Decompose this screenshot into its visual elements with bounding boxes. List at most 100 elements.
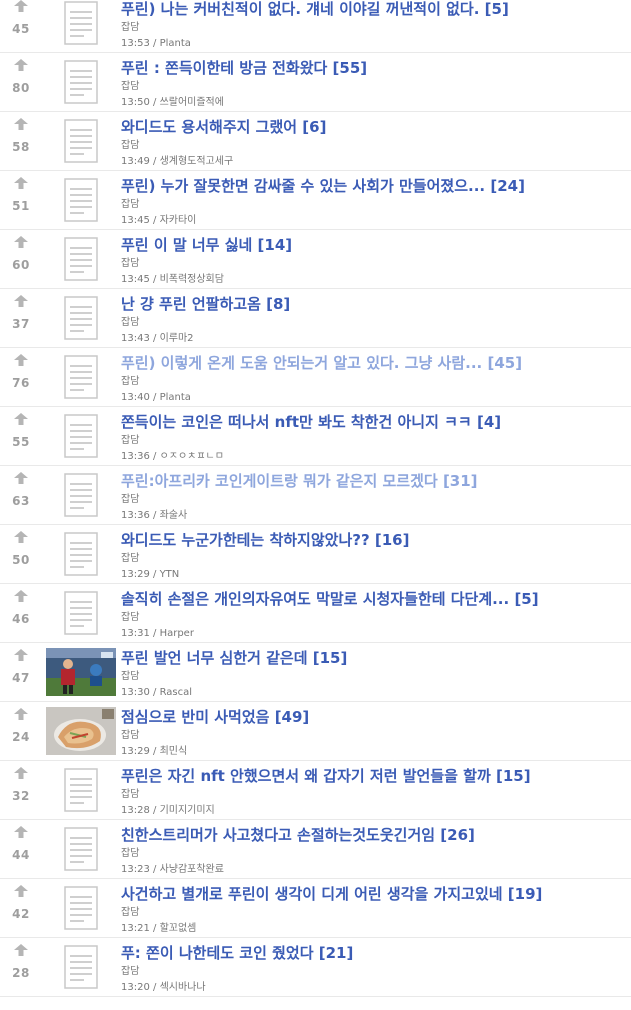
- post-title[interactable]: 사건하고 별개로 푸린이 생각이 디게 어린 생각을 가지고있네 [19]: [121, 884, 627, 905]
- post-title[interactable]: 푸린) 나는 커버친적이 없다. 걔네 이야길 꺼낸적이 없다. [5]: [121, 0, 627, 20]
- post-row-15[interactable]: 44 친한스트리머가 사고쳤다고 손절하는것도웃긴거임 [26] 잡담 13:2…: [0, 820, 631, 879]
- post-meta: 13:30 / Rascal: [121, 687, 193, 698]
- post-row-4[interactable]: 51 푸린) 누가 잘못한면 감싸줄 수 있는 사회가 만들어졌으... [24…: [0, 171, 631, 230]
- upvote-arrow-icon[interactable]: [14, 295, 28, 307]
- post-thumbnail[interactable]: [46, 57, 116, 107]
- post-author[interactable]: ㅇㅈㅇㅊㅍㄴㅁ: [160, 451, 224, 462]
- post-thumbnail[interactable]: [46, 293, 116, 343]
- upvote-arrow-icon[interactable]: [14, 59, 28, 71]
- post-title[interactable]: 쫀득이는 코인은 떠나서 nft만 봐도 착한건 아니지 ㅋㅋ [4]: [121, 412, 627, 433]
- post-title[interactable]: 푸린 이 말 너무 싫네 [14]: [121, 235, 627, 256]
- post-thumbnail[interactable]: [46, 529, 116, 579]
- post-row-10[interactable]: 50 와디드도 누군가한테는 착하지않았나?? [16] 잡담 13:29 / …: [0, 525, 631, 584]
- upvote-arrow-icon[interactable]: [14, 0, 28, 12]
- upvote-arrow-icon[interactable]: [14, 885, 28, 897]
- post-title[interactable]: 푸린:아프리카 코인게이트랑 뭐가 같은지 모르겠다 [31]: [121, 471, 627, 492]
- document-icon: [64, 296, 98, 340]
- upvote-arrow-icon[interactable]: [14, 708, 28, 720]
- post-thumbnail[interactable]: [46, 470, 116, 520]
- post-author[interactable]: 최민식: [160, 746, 188, 757]
- post-title[interactable]: 난 걍 푸린 언팔하고옴 [8]: [121, 294, 627, 315]
- post-title[interactable]: 와디드도 누군가한테는 착하지않았나?? [16]: [121, 530, 627, 551]
- post-author[interactable]: YTN: [160, 569, 180, 580]
- post-time: 13:50: [121, 97, 150, 108]
- post-row-3[interactable]: 58 와디드도 용서해주지 그랬어 [6] 잡담 13:49 / 생계형도적고세…: [0, 112, 631, 171]
- upvote-arrow-icon[interactable]: [14, 354, 28, 366]
- post-row-17[interactable]: 28 푸: 쫀이 나한테도 코인 줬었다 [21] 잡담 13:20 / 섹시바…: [0, 938, 631, 997]
- post-title[interactable]: 푸린은 자긴 nft 안했으면서 왜 갑자기 저런 발언들을 할까 [15]: [121, 766, 627, 787]
- post-score: 24: [12, 730, 30, 744]
- post-row-8[interactable]: 55 쫀득이는 코인은 떠나서 nft만 봐도 착한건 아니지 ㅋㅋ [4] 잡…: [0, 407, 631, 466]
- post-row-12[interactable]: 47 푸린 발언 너무 심한거 같은데 [15] 잡담 13:30 / Rasc…: [0, 643, 631, 702]
- post-info: 푸린 : 쫀득이한테 방금 전화왔다 [55] 잡담 13:50 / 쓰랄어미즐…: [121, 58, 627, 111]
- post-thumbnail[interactable]: [46, 706, 116, 756]
- post-meta: 13:29 / 최민식: [121, 746, 188, 757]
- post-thumbnail[interactable]: [46, 883, 116, 933]
- comment-count: [15]: [496, 767, 531, 785]
- post-author[interactable]: 사냥감포착완료: [160, 864, 224, 875]
- post-author[interactable]: Planta: [160, 392, 191, 403]
- post-row-5[interactable]: 60 푸린 이 말 너무 싫네 [14] 잡담 13:45 / 비폭력정상회담: [0, 230, 631, 289]
- post-author[interactable]: 이루마2: [160, 333, 194, 344]
- post-author[interactable]: 생계형도적고세구: [160, 156, 234, 167]
- upvote-arrow-icon[interactable]: [14, 649, 28, 661]
- post-thumbnail[interactable]: [46, 116, 116, 166]
- post-time: 13:28: [121, 805, 150, 816]
- comment-count: [49]: [274, 708, 310, 726]
- post-thumbnail[interactable]: [46, 411, 116, 461]
- post-thumbnail[interactable]: [46, 942, 116, 992]
- post-thumbnail[interactable]: [46, 352, 116, 402]
- post-title[interactable]: 점심으로 반미 사먹었음 [49]: [121, 707, 627, 728]
- post-title[interactable]: 푸: 쫀이 나한테도 코인 줬었다 [21]: [121, 943, 627, 964]
- post-row-2[interactable]: 80 푸린 : 쫀득이한테 방금 전화왔다 [55] 잡담 13:50 / 쓰랄…: [0, 53, 631, 112]
- post-author[interactable]: 섹시바나나: [160, 982, 206, 993]
- upvote-arrow-icon[interactable]: [14, 767, 28, 779]
- post-thumbnail[interactable]: [46, 647, 116, 697]
- upvote-arrow-icon[interactable]: [14, 826, 28, 838]
- upvote-arrow-icon[interactable]: [14, 236, 28, 248]
- post-row-11[interactable]: 46 솔직히 손절은 개인의자유여도 막말로 시청자들한테 다단계... [5]…: [0, 584, 631, 643]
- post-title[interactable]: 와디드도 용서해주지 그랬어 [6]: [121, 117, 627, 138]
- post-author[interactable]: Planta: [160, 38, 191, 49]
- post-title[interactable]: 푸린) 이렇게 온게 도움 안되는거 알고 있다. 그냥 사람... [45]: [121, 353, 627, 374]
- post-thumbnail[interactable]: [46, 234, 116, 284]
- post-title[interactable]: 푸린) 누가 잘못한면 감싸줄 수 있는 사회가 만들어졌으... [24]: [121, 176, 627, 197]
- comment-count: [26]: [440, 826, 475, 844]
- upvote-arrow-icon[interactable]: [14, 118, 28, 130]
- post-info: 점심으로 반미 사먹었음 [49] 잡담 13:29 / 최민식: [121, 707, 627, 760]
- post-title[interactable]: 푸린 발언 너무 심한거 같은데 [15]: [121, 648, 627, 669]
- post-row-7[interactable]: 76 푸린) 이렇게 온게 도움 안되는거 알고 있다. 그냥 사람... [4…: [0, 348, 631, 407]
- post-row-14[interactable]: 32 푸린은 자긴 nft 안했으면서 왜 갑자기 저런 발언들을 할까 [15…: [0, 761, 631, 820]
- post-title-text: 푸린 : 쫀득이한테 방금 전화왔다: [121, 59, 328, 77]
- post-row-6[interactable]: 37 난 걍 푸린 언팔하고옴 [8] 잡담 13:43 / 이루마2: [0, 289, 631, 348]
- post-thumbnail[interactable]: [46, 765, 116, 815]
- post-author[interactable]: Harper: [160, 628, 194, 639]
- post-thumbnail[interactable]: [46, 175, 116, 225]
- post-author[interactable]: 비폭력정상회담: [160, 274, 224, 285]
- food-photo-thumbnail: [46, 707, 116, 755]
- post-author[interactable]: Rascal: [160, 687, 192, 698]
- post-meta: 13:43 / 이루마2: [121, 333, 194, 344]
- post-title[interactable]: 푸린 : 쫀득이한테 방금 전화왔다 [55]: [121, 58, 627, 79]
- post-row-1[interactable]: 45 푸린) 나는 커버친적이 없다. 걔네 이야길 꺼낸적이 없다. [5] …: [0, 0, 631, 53]
- post-author[interactable]: 좌술사: [160, 510, 188, 521]
- post-author[interactable]: 할꼬없셈: [160, 923, 197, 934]
- post-author[interactable]: 자카타이: [160, 215, 197, 226]
- post-row-9[interactable]: 63 푸린:아프리카 코인게이트랑 뭐가 같은지 모르겠다 [31] 잡담 13…: [0, 466, 631, 525]
- upvote-arrow-icon[interactable]: [14, 590, 28, 602]
- upvote-arrow-icon[interactable]: [14, 944, 28, 956]
- post-author[interactable]: 쓰랄어미즐적에: [160, 97, 224, 108]
- document-icon: [64, 473, 98, 517]
- post-thumbnail[interactable]: [46, 824, 116, 874]
- post-thumbnail[interactable]: [46, 0, 116, 48]
- upvote-arrow-icon[interactable]: [14, 413, 28, 425]
- post-author[interactable]: 기미지기미지: [160, 805, 215, 816]
- post-title[interactable]: 솔직히 손절은 개인의자유여도 막말로 시청자들한테 다단계... [5]: [121, 589, 627, 610]
- post-row-13[interactable]: 24 점심으로 반미 사먹었음 [49] 잡담 13:29 / 최민식: [0, 702, 631, 761]
- upvote-arrow-icon[interactable]: [14, 472, 28, 484]
- post-title[interactable]: 친한스트리머가 사고쳤다고 손절하는것도웃긴거임 [26]: [121, 825, 627, 846]
- upvote-arrow-icon[interactable]: [14, 177, 28, 189]
- post-row-16[interactable]: 42 사건하고 별개로 푸린이 생각이 디게 어린 생각을 가지고있네 [19]…: [0, 879, 631, 938]
- post-thumbnail[interactable]: [46, 588, 116, 638]
- upvote-arrow-icon[interactable]: [14, 531, 28, 543]
